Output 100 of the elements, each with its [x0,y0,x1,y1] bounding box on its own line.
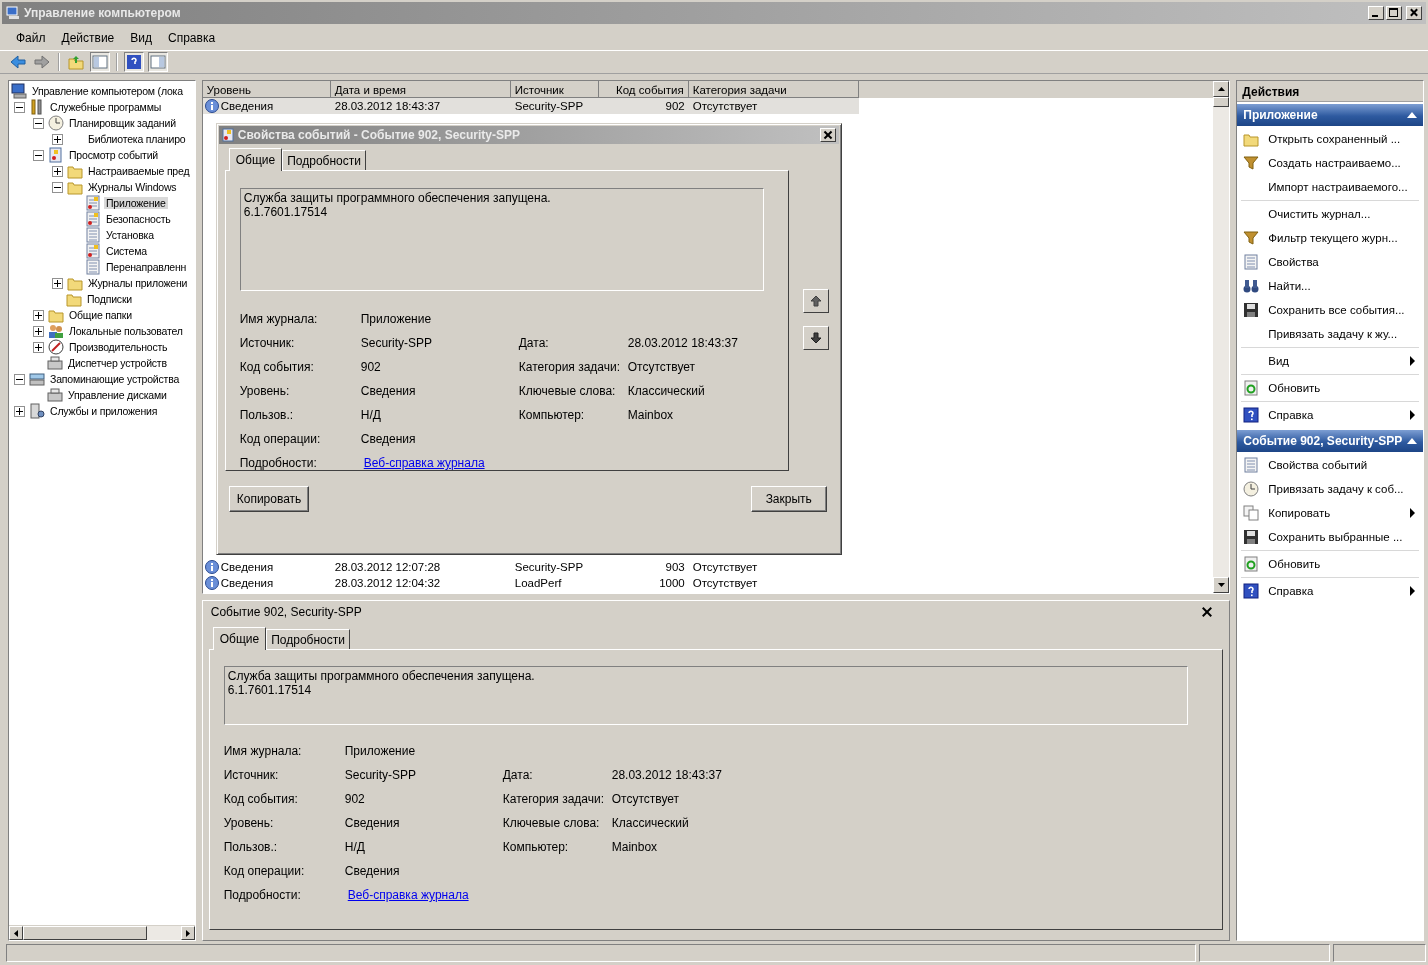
close-icon[interactable] [1201,606,1214,618]
tree-item[interactable]: Производительность [67,341,170,353]
action-link[interactable]: Копировать [1268,507,1410,519]
action-link[interactable]: Справка [1268,409,1410,421]
expand-toggle[interactable] [33,309,44,321]
copy-icon [1243,505,1260,521]
tree-item[interactable]: Планировщик заданий [67,117,178,129]
action-link[interactable]: Свойства событий [1268,459,1417,471]
event-row[interactable]: Сведения 28.03.2012 12:07:28 Security-SPP 903 Отсутствует [202,559,859,575]
action-link[interactable]: Привязать задачу к соб... [1268,483,1417,495]
tree-item[interactable]: Службы и приложения [48,405,160,417]
tree-item[interactable]: Установка [104,229,156,241]
event-row[interactable]: Сведения 28.03.2012 12:04:32 LoadPerf 1000 Отсутствует [202,575,859,591]
action-link[interactable]: Сохранить все события... [1268,304,1417,316]
tree-item[interactable]: Журналы приложени [86,277,190,289]
collapse-toggle[interactable] [14,101,25,113]
tree-item[interactable]: Настраиваемые пред [86,165,192,177]
field-value: Security-SPP [360,336,434,350]
expand-toggle[interactable] [52,165,63,177]
section-header[interactable]: Приложение [1237,104,1423,126]
action-link[interactable]: Привязать задачу к жу... [1268,328,1417,340]
menu-item[interactable]: Вид [122,29,160,47]
tree-item[interactable]: Приложение [104,197,168,209]
tree-item[interactable]: Служебные программы [48,101,163,113]
tree-item[interactable]: Подписки [85,293,134,305]
action-link[interactable]: Создать настраиваемо... [1268,157,1417,169]
next-event-button[interactable] [802,326,829,350]
help-link[interactable]: Веб-справка журнала [360,456,519,470]
app-icon [6,6,20,20]
maximize-button[interactable] [1386,6,1402,20]
help-button[interactable] [124,52,144,72]
console-tree-button[interactable] [90,52,110,72]
expand-toggle[interactable] [33,325,44,337]
collapse-toggle[interactable] [33,149,44,161]
tree-item[interactable]: Управление компьютером (лока [30,85,185,97]
close-button[interactable] [819,128,836,142]
scroll-thumb[interactable] [1213,97,1230,107]
minimize-button[interactable] [1368,6,1384,20]
action-link[interactable]: Очистить журнал... [1268,208,1417,220]
previous-event-button[interactable] [802,289,829,313]
scroll-up-button[interactable] [1213,81,1230,97]
close-button[interactable] [1406,6,1422,20]
tree-item[interactable]: Общие папки [67,309,134,321]
action-link[interactable]: Вид [1268,355,1410,367]
scroll-thumb[interactable] [23,926,147,940]
table-cell: Сведения [220,100,274,112]
collapse-toggle[interactable] [14,373,25,385]
tree-item[interactable]: Просмотр событий [67,149,160,161]
action-link[interactable]: Свойства [1268,256,1417,268]
tree-item[interactable]: Библиотека планиро [86,133,188,145]
table-cell-text: Security-SPP [513,561,585,573]
expand-toggle[interactable] [52,277,63,289]
action-link[interactable]: Импорт настраиваемого... [1268,181,1417,193]
tab[interactable]: Подробности [266,629,350,649]
expand-toggle[interactable] [52,133,63,145]
scroll-right-button[interactable] [180,926,195,940]
action-link[interactable]: Открыть сохраненный ... [1268,133,1417,145]
help-link[interactable]: Веб-справка журнала [344,888,503,902]
message-text: 6.1.7601.17514 [243,205,329,219]
menu-item[interactable]: Справка [160,29,224,47]
action-link[interactable]: Найти... [1268,280,1417,292]
action-link[interactable]: Сохранить выбранные ... [1268,531,1417,543]
collapse-toggle[interactable] [52,181,63,193]
tree-item[interactable]: Диспетчер устройств [66,357,169,369]
tree-item[interactable]: Локальные пользовател [67,325,185,337]
tree-item[interactable]: Запоминающие устройства [48,373,182,385]
computer-icon [11,83,27,99]
close-dialog-button[interactable]: Закрыть [750,486,827,512]
tree-item[interactable]: Перенаправленн [104,261,189,273]
tree-item[interactable]: Журналы Windows [86,181,179,193]
table-cell-text: Отсутствует [691,100,759,112]
expand-toggle[interactable] [14,405,25,417]
field-value: Н/Д [360,408,382,422]
field-label: Категория задачи: [518,360,622,374]
action-pane-button[interactable] [148,52,168,72]
expand-toggle[interactable] [33,341,44,353]
collapse-toggle[interactable] [33,117,44,129]
tree-item[interactable]: Управление дисками [66,389,169,401]
tab[interactable]: Подробности [282,150,366,170]
action-link[interactable]: Справка [1268,585,1410,597]
section-header[interactable]: Событие 902, Security-SPP [1237,430,1423,452]
tab[interactable]: Общие [212,627,267,650]
action-link[interactable]: Обновить [1268,382,1417,394]
dialog-title: Свойства событий - Событие 902, Security-SPP [237,128,522,142]
scroll-down-button[interactable] [1213,577,1230,593]
copy-button[interactable]: Копировать [228,486,310,512]
menu-item[interactable]: Файл [8,29,54,47]
tree-item[interactable]: Безопасность [104,213,173,225]
event-row[interactable]: Сведения 28.03.2012 18:43:37 Security-SPP 902 Отсутствует [202,98,859,114]
back-button[interactable] [8,52,28,72]
message-text: Служба защиты программного обеспечения запущена. [243,191,552,205]
tab[interactable]: Общие [228,148,283,171]
action-link[interactable]: Обновить [1268,558,1417,570]
menu-item[interactable]: Действие [53,29,123,47]
folder-icon [67,179,83,195]
forward-button[interactable] [32,52,52,72]
tree-item[interactable]: Система [104,245,149,257]
field-label: Код операции: [239,432,322,446]
action-link[interactable]: Фильтр текущего журн... [1268,232,1417,244]
scroll-left-button[interactable] [9,926,23,940]
